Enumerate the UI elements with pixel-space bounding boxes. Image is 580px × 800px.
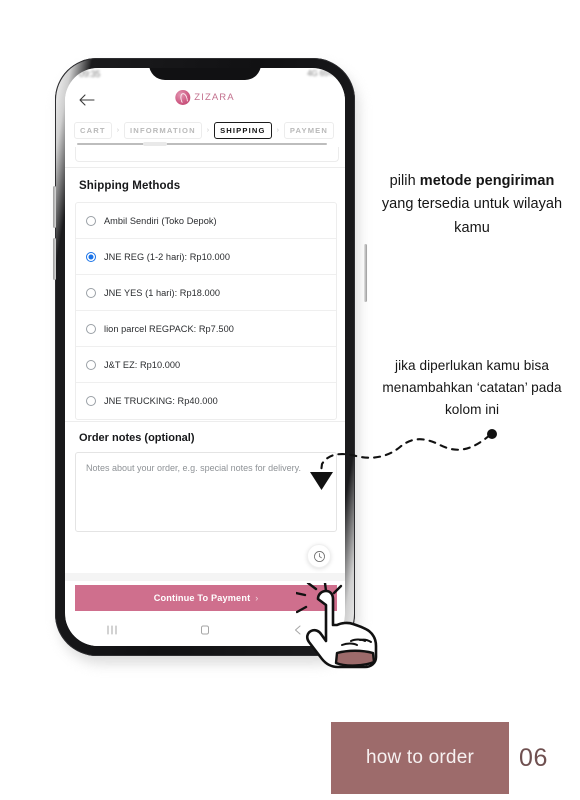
dashed-arrow-icon <box>310 429 497 490</box>
partial-card-above <box>75 147 339 162</box>
status-indicators: 4G 65% <box>307 69 335 78</box>
shipping-option-jne-yes[interactable]: JNE YES (1 hari): Rp18.000 <box>76 275 336 311</box>
page-number: 06 <box>519 743 549 772</box>
breadcrumb-item-information[interactable]: INFORMATION <box>124 121 202 139</box>
radio-icon[interactable] <box>86 396 96 406</box>
shipping-methods-list: Ambil Sendiri (Toko Depok) JNE REG (1-2 … <box>75 202 337 420</box>
shipping-option-label: JNE TRUCKING: Rp40.000 <box>104 396 218 406</box>
back-arrow-icon[interactable] <box>78 92 96 108</box>
annotation-shipping-bold: metode pengiriman <box>419 173 555 189</box>
order-notes-title: Order notes (optional) <box>79 432 195 444</box>
shipping-option-label: JNE REG (1-2 hari): Rp10.000 <box>104 251 230 262</box>
annotation-shipping: pilih metode pengiriman yang tersedia un… <box>372 170 572 240</box>
shipping-option-label: J&T EZ: Rp10.000 <box>104 359 181 370</box>
divider <box>65 167 345 168</box>
status-time: 09:35 <box>79 69 101 79</box>
shipping-option-jne-reg[interactable]: JNE REG (1-2 hari): Rp10.000 <box>76 239 336 275</box>
shipping-option-jne-trucking[interactable]: JNE TRUCKING: Rp40.000 <box>76 383 336 419</box>
breadcrumb-item-cart[interactable]: CART <box>74 121 112 139</box>
breadcrumb-item-payment[interactable]: PAYMEN <box>283 121 335 139</box>
radio-icon[interactable] <box>86 359 96 370</box>
brand-logo[interactable]: ZIZARA <box>175 90 234 105</box>
page-title: Shipping Methods <box>79 180 181 192</box>
recents-icon[interactable] <box>105 623 119 641</box>
phone-notch <box>149 68 261 80</box>
zizara-logo-icon <box>175 90 191 105</box>
horizontal-scrollbar[interactable] <box>77 142 327 146</box>
shipping-option-jnt-ez[interactable]: J&T EZ: Rp10.000 <box>76 347 336 383</box>
annotation-notes: jika diperlukan kamu bisa menambahkan ‘c… <box>382 358 562 418</box>
breadcrumb-separator: › <box>116 126 120 134</box>
power-button[interactable] <box>364 244 367 302</box>
radio-icon-selected[interactable] <box>86 251 96 262</box>
annotation-shipping-part1: pilih <box>389 173 420 189</box>
radio-icon[interactable] <box>86 323 96 334</box>
volume-down-button[interactable] <box>53 238 56 280</box>
phone-mockup: 09:35 4G 65% ZIZARA CART › INFORMATION ›… <box>53 58 367 668</box>
breadcrumb[interactable]: CART › INFORMATION › SHIPPING › PAYMEN <box>65 120 345 140</box>
chevron-right-icon: › <box>255 593 259 603</box>
breadcrumb-item-shipping[interactable]: SHIPPING <box>214 121 272 139</box>
app-header: ZIZARA <box>65 84 345 118</box>
pointing-hand-cursor-icon <box>296 583 378 669</box>
shipping-option-label: Ambil Sendiri (Toko Depok) <box>104 215 217 226</box>
shipping-option-label: JNE YES (1 hari): Rp18.000 <box>104 287 221 298</box>
order-notes-input[interactable]: Notes about your order, e.g. special not… <box>75 452 337 532</box>
phone-screen: 09:35 4G 65% ZIZARA CART › INFORMATION ›… <box>65 68 345 646</box>
continue-to-payment-label: Continue To Payment <box>153 593 251 603</box>
footer-label: how to order <box>365 747 474 768</box>
annotation-shipping-part2: yang tersedia untuk wilayah kamu <box>381 196 563 236</box>
home-icon[interactable] <box>198 623 212 641</box>
order-notes-placeholder: Notes about your order, e.g. special not… <box>86 463 301 473</box>
clock-icon[interactable] <box>307 544 331 568</box>
radio-icon[interactable] <box>86 215 96 226</box>
shipping-option-lion-parcel[interactable]: lion parcel REGPACK: Rp7.500 <box>76 311 336 347</box>
breadcrumb-separator: › <box>276 126 279 134</box>
volume-up-button[interactable] <box>53 186 56 228</box>
spacer-band <box>65 573 345 581</box>
shipping-option-ambil-sendiri[interactable]: Ambil Sendiri (Toko Depok) <box>76 203 336 239</box>
radio-icon[interactable] <box>86 287 96 298</box>
brand-name: ZIZARA <box>194 92 235 103</box>
slide-canvas: 09:35 4G 65% ZIZARA CART › INFORMATION ›… <box>0 0 580 800</box>
shipping-option-label: lion parcel REGPACK: Rp7.500 <box>104 323 234 334</box>
breadcrumb-separator: › <box>206 126 210 134</box>
